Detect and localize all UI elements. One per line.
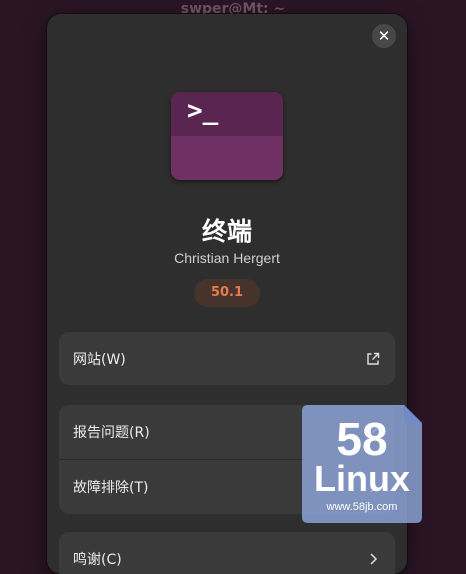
version-badge[interactable]: 50.1 bbox=[194, 279, 260, 307]
report-issue-label: 报告问题(R) bbox=[73, 425, 150, 441]
app-name: 终端 bbox=[201, 217, 252, 246]
chevron-right-icon bbox=[370, 553, 378, 565]
watermark-brand: Linux bbox=[314, 458, 410, 499]
terminal-app-icon: >_ bbox=[171, 92, 283, 180]
app-icon-bottom bbox=[171, 136, 283, 180]
external-link-icon bbox=[367, 352, 380, 365]
close-button[interactable]: ✕ bbox=[372, 24, 396, 48]
links-group: 网站(W) bbox=[59, 332, 395, 385]
watermark-url: www.58jb.com bbox=[326, 501, 398, 513]
website-row[interactable]: 网站(W) bbox=[59, 332, 395, 385]
troubleshooting-label: 故障排除(T) bbox=[73, 480, 149, 496]
credits-label: 鸣谢(C) bbox=[73, 552, 122, 568]
app-icon-prompt: >_ bbox=[187, 96, 219, 126]
developer-name: Christian Hergert bbox=[174, 250, 280, 266]
website-label: 网站(W) bbox=[73, 352, 126, 368]
close-icon: ✕ bbox=[377, 27, 391, 45]
watermark-logo: 58 Linux www.58jb.com bbox=[302, 405, 422, 523]
